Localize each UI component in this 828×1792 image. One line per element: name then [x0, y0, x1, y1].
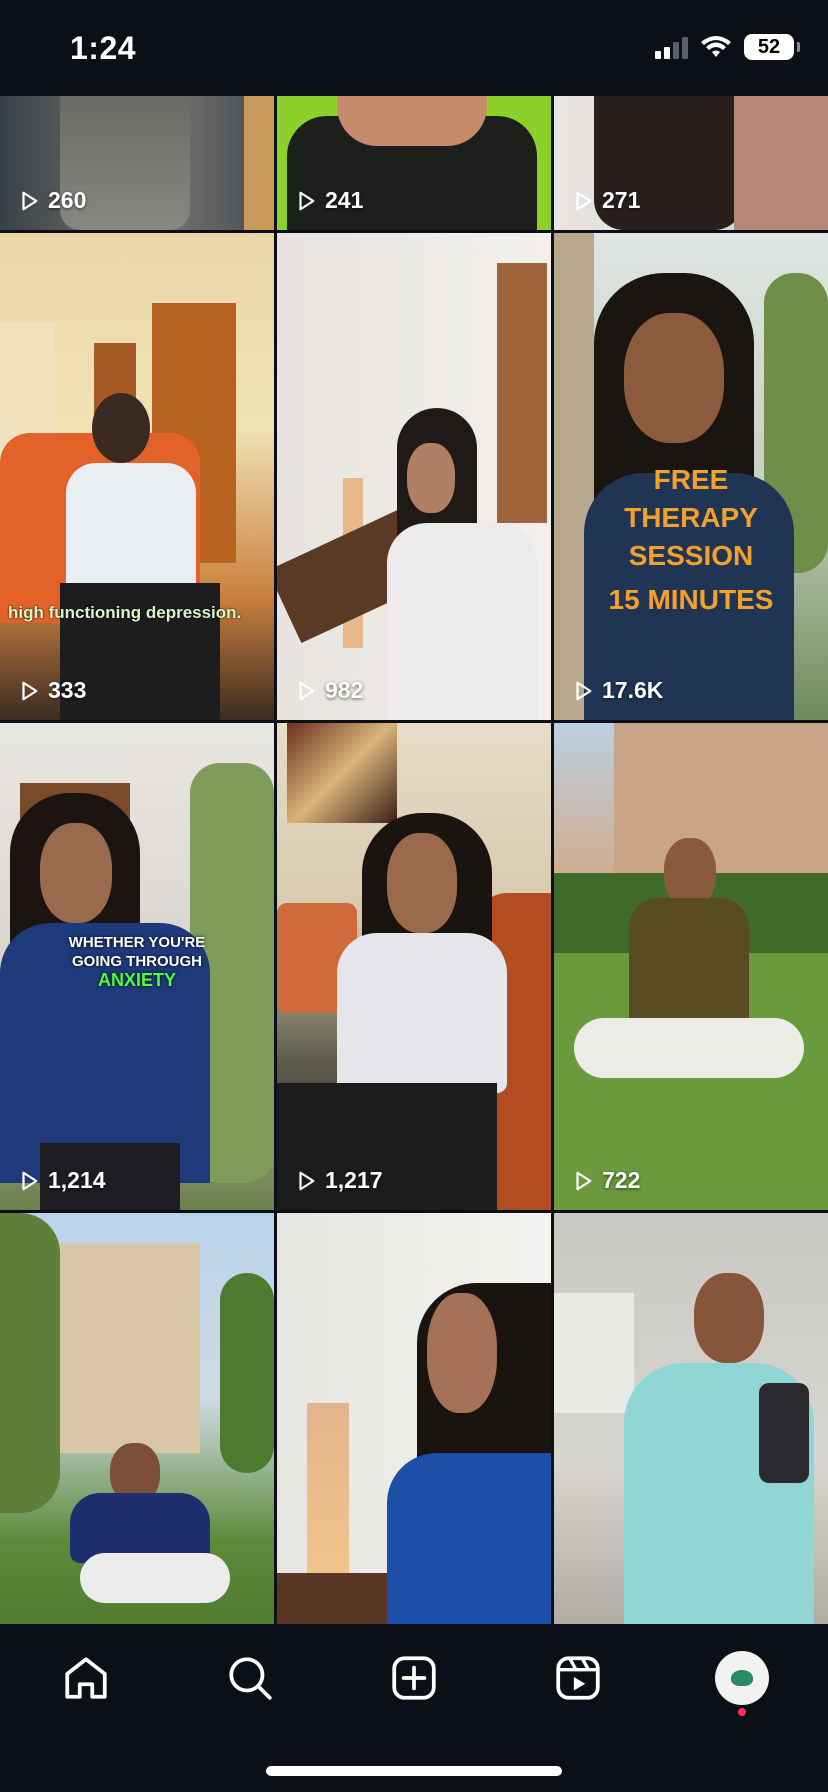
reel-thumbnail[interactable] [277, 1213, 551, 1624]
status-time: 1:24 [70, 30, 137, 66]
play-icon [576, 191, 592, 210]
reel-caption: WHETHER YOU'RE GOING THROUGH ANXIETY [68, 934, 206, 990]
reel-caption: FREE THERAPY SESSION 15 MINUTES [608, 464, 774, 615]
reel-thumbnail[interactable]: 260 [0, 96, 274, 230]
play-icon [576, 1171, 592, 1190]
play-icon [22, 681, 38, 700]
tab-reels[interactable] [548, 1648, 608, 1708]
profile-avatar [715, 1651, 769, 1705]
reel-thumbnail[interactable]: 271 [554, 96, 828, 230]
reel-thumbnail[interactable] [554, 1213, 828, 1624]
reel-thumbnail[interactable]: 722 [554, 723, 828, 1210]
play-icon [299, 1171, 315, 1190]
view-count: 17.6K [572, 677, 663, 704]
reel-thumbnail[interactable]: high functioning depression. 333 [0, 233, 274, 720]
reels-grid: 260 241 271 high functioning depression.… [0, 96, 828, 1624]
reel-thumbnail[interactable]: 982 [277, 233, 551, 720]
tab-create[interactable] [384, 1648, 444, 1708]
view-count: 260 [18, 187, 86, 214]
reel-caption: high functioning depression. [8, 603, 242, 622]
tab-search[interactable] [220, 1648, 280, 1708]
search-icon [229, 1657, 272, 1700]
play-icon [299, 191, 315, 210]
tab-profile[interactable] [712, 1648, 772, 1708]
status-bar: 1:24 52 [0, 0, 828, 96]
add-post-icon [392, 1656, 436, 1700]
battery-indicator: 52 [744, 34, 800, 60]
play-icon [576, 681, 592, 700]
reels-icon [556, 1656, 600, 1700]
reel-thumbnail[interactable] [0, 1213, 274, 1624]
play-icon [299, 681, 315, 700]
view-count: 333 [18, 677, 86, 704]
view-count: 722 [572, 1167, 640, 1194]
view-count: 1,214 [18, 1167, 106, 1194]
reel-thumbnail[interactable]: WHETHER YOU'RE GOING THROUGH ANXIETY 1,2… [0, 723, 274, 1210]
view-count: 982 [295, 677, 363, 704]
home-indicator[interactable] [266, 1766, 562, 1776]
play-icon [22, 191, 38, 210]
play-icon [22, 1171, 38, 1190]
view-count: 1,217 [295, 1167, 383, 1194]
reel-thumbnail[interactable]: FREE THERAPY SESSION 15 MINUTES 17.6K [554, 233, 828, 720]
tab-home[interactable] [56, 1648, 116, 1708]
view-count: 241 [295, 187, 363, 214]
reel-thumbnail[interactable]: 1,217 [277, 723, 551, 1210]
cellular-signal-icon [655, 35, 688, 59]
wifi-icon [701, 36, 731, 57]
home-icon [65, 1657, 107, 1699]
reel-thumbnail[interactable]: 241 [277, 96, 551, 230]
notification-dot [738, 1708, 746, 1716]
status-icons: 52 [655, 34, 800, 60]
view-count: 271 [572, 187, 640, 214]
